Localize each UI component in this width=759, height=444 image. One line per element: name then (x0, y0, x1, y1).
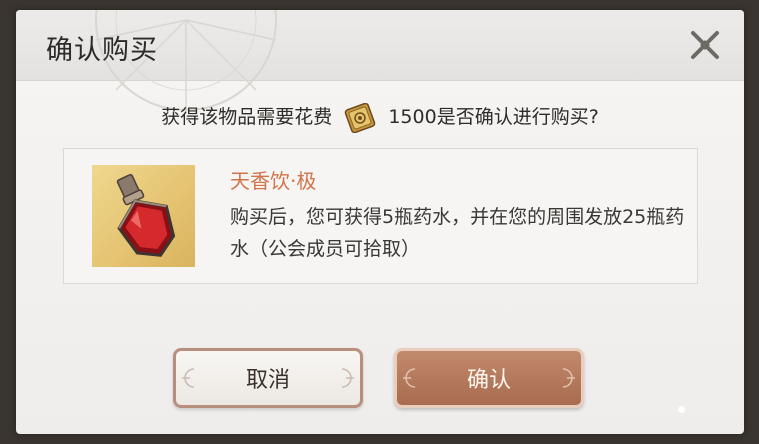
button-ornament-right-icon (562, 368, 575, 388)
button-ornament-left-icon (182, 368, 195, 388)
cancel-button[interactable]: 取消 (173, 348, 363, 408)
prompt-text-after: 是否确认进行购买? (436, 106, 599, 128)
item-card: 天香饮·极 购买后，您可获得5瓶药水，并在您的周围发放25瓶药水（公会成员可拾取… (63, 148, 698, 284)
item-description: 购买后，您可获得5瓶药水，并在您的周围发放25瓶药水（公会成员可拾取） (230, 206, 685, 260)
button-ornament-left-icon (403, 368, 416, 388)
confirm-button[interactable]: 确认 (394, 348, 584, 408)
cost-amount: 1500 (388, 106, 437, 128)
sparkle-dot (678, 406, 685, 413)
purchase-prompt: 获得该物品需要花费 1500是否确认进行购买? (16, 102, 744, 133)
close-icon[interactable] (688, 28, 722, 62)
item-name: 天香饮·极 (230, 169, 317, 193)
red-potion-bottle-icon (92, 165, 195, 267)
purchase-confirm-dialog: 确认购买 获得该物品需要花费 1500是否确认进行购买? 天香饮·极 购买后，您… (16, 10, 744, 434)
confirm-button-label: 确认 (466, 368, 511, 393)
dialog-header: 确认购买 (16, 10, 744, 111)
currency-token-icon (344, 102, 376, 133)
cancel-button-label: 取消 (245, 368, 290, 393)
dialog-title: 确认购买 (46, 35, 158, 66)
button-ornament-right-icon (341, 368, 354, 388)
prompt-text-before: 获得该物品需要花费 (161, 106, 333, 128)
